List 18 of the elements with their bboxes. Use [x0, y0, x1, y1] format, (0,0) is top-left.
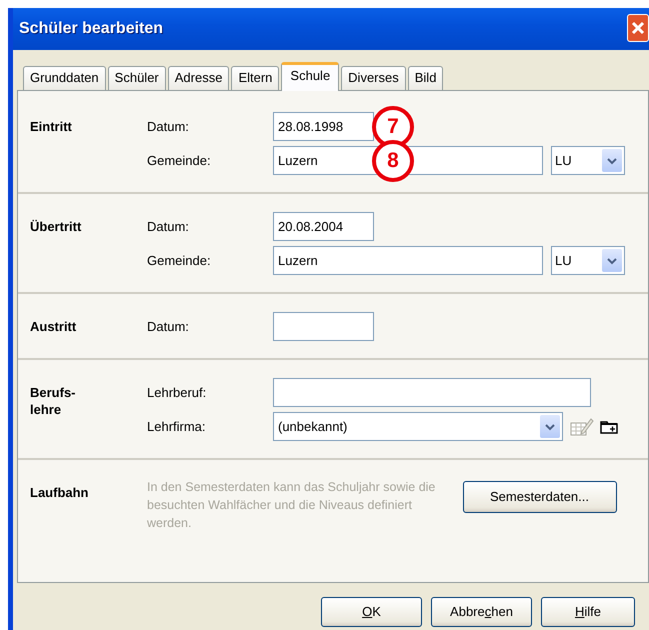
section-heading: Laufbahn — [30, 484, 90, 502]
section-heading: Austritt — [30, 318, 78, 336]
help-text: In den Semesterdaten kann das Schuljahr sowie die besuchten Wahlfächer und die Niveaus definiert werden. — [147, 479, 436, 532]
section-heading: Eintritt — [30, 118, 73, 136]
callout-overlay: 8 — [372, 140, 414, 182]
section-heading: Übertritt — [30, 218, 82, 236]
field-label: Lehrfirma: — [147, 418, 207, 436]
dropdown-value: LU — [555, 252, 572, 270]
field-label: Gemeinde: — [147, 152, 212, 170]
field-label: Datum: — [147, 318, 190, 336]
section-heading: Berufs- lehre — [30, 384, 77, 419]
dropdown-value: (unbekannt) — [278, 418, 348, 436]
field-label: Datum: — [147, 218, 190, 236]
field-label: Gemeinde: — [147, 252, 212, 270]
window-title: Schüler bearbeiten — [19, 19, 164, 39]
dropdown-value: LU — [555, 152, 572, 170]
field-label: Lehrberuf: — [147, 384, 208, 402]
field-label: Datum: — [147, 118, 190, 136]
